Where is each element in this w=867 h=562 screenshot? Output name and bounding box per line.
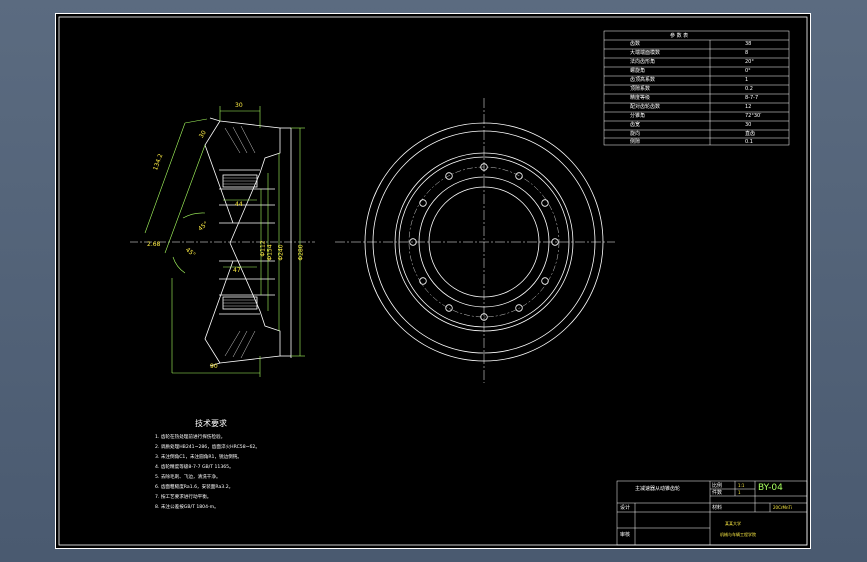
param-table-title: 参 数 表	[670, 33, 689, 39]
title-dept: 机械与车辆工程学院	[720, 532, 756, 537]
dim-top-width: 30	[235, 102, 243, 109]
title-qty-label: 件数	[712, 490, 723, 496]
dim-inner-a: 44	[235, 201, 243, 208]
title-part-name: 主减速器从动锥齿轮	[635, 486, 681, 492]
front-view	[335, 98, 615, 383]
param-name-4: 齿顶高系数	[630, 77, 656, 83]
note-item: 4. 齿轮精度等级8-7-7 GB/T 11365。	[155, 465, 234, 470]
param-name-8: 分锥角	[630, 113, 646, 119]
drawing-sheet: 30 134.2 30 44 47 90 45° 45° 2.68 Φ112 Φ…	[55, 13, 811, 549]
param-name-10: 旋向	[630, 131, 641, 137]
note-item: 6. 齿面粗糙度Ra1.6，安装面Ra3.2。	[155, 485, 234, 490]
dim-bottom-width: 90	[210, 363, 218, 370]
title-scale-value: 1:1	[738, 483, 745, 488]
param-value-3: 0°	[745, 68, 751, 74]
param-value-5: 0.2	[745, 86, 753, 92]
title-scale-label: 比例	[712, 483, 723, 489]
param-name-5: 顶隙系数	[630, 86, 651, 92]
title-checker-label: 审核	[620, 532, 631, 538]
title-qty-value: 1	[738, 490, 741, 495]
dim-dia-2: Φ154	[266, 244, 274, 261]
param-name-6: 精度等级	[630, 95, 651, 101]
dimension-lines	[144, 106, 305, 377]
param-value-4: 1	[745, 77, 749, 83]
param-name-9: 齿宽	[630, 122, 641, 128]
param-value-6: 8-7-7	[745, 95, 759, 101]
title-designer-label: 设计	[620, 505, 631, 511]
dim-dia-3: Φ240	[277, 244, 285, 261]
param-name-3: 螺旋角	[630, 68, 646, 74]
dim-dia-1: Φ112	[259, 240, 267, 257]
param-name-1: 大端端面模数	[630, 50, 661, 56]
param-name-0: 齿数	[630, 41, 641, 47]
dim-dia-4: Φ280	[297, 244, 305, 261]
param-value-11: 0.1	[745, 139, 753, 145]
title-school: 某某大学	[725, 521, 741, 526]
param-name-7: 配对齿轮齿数	[630, 104, 661, 110]
dim-offset: 2.68	[147, 241, 161, 248]
param-value-10: 直齿	[745, 131, 756, 137]
notes-title: 技术要求	[195, 419, 227, 428]
note-item: 7. 按工艺要求进行动平衡。	[155, 495, 212, 500]
param-value-2: 20°	[745, 59, 754, 65]
note-item: 1. 齿轮在热处理前进行探伤检验。	[155, 435, 226, 440]
note-item: 5. 去除毛刺、飞边，清洗干净。	[155, 475, 221, 480]
param-value-0: 38	[745, 41, 752, 47]
title-drawing-no: BY-04	[758, 483, 783, 493]
param-value-7: 12	[745, 104, 752, 110]
note-item: 3. 未注倒角C1，未注圆角R1，锐边倒钝。	[155, 455, 242, 460]
param-value-8: 72°30′	[745, 113, 762, 119]
param-value-1: 8	[745, 50, 749, 56]
title-material-label: 材料	[712, 505, 723, 511]
dim-inner-b: 47	[233, 267, 241, 274]
param-name-2: 法向齿形角	[630, 59, 656, 65]
note-item: 8. 未注公差按GB/T 1804-m。	[155, 505, 219, 510]
param-value-9: 30	[745, 122, 752, 128]
title-material-value: 20CrMnTi	[773, 505, 792, 510]
note-item: 2. 调质处理HB241~286，齿面淬火HRC58~62。	[155, 445, 260, 450]
param-name-11: 侧隙	[630, 139, 641, 145]
